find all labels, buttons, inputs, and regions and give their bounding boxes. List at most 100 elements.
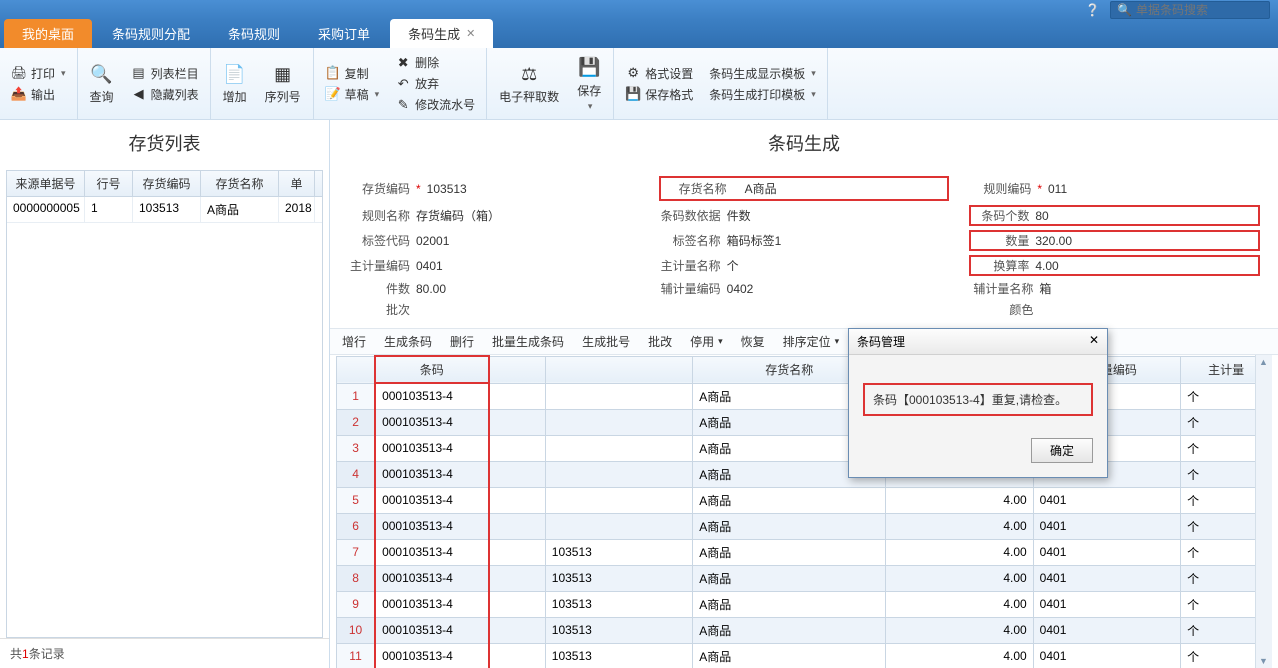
qty-cell: 4.00 xyxy=(886,565,1034,591)
add-row-button[interactable]: 增行 xyxy=(342,333,366,350)
barcode-cell: 000103513-4 xyxy=(375,461,488,487)
disable-button[interactable]: 停用▾ xyxy=(690,333,723,350)
col-invcode[interactable]: 存货编码 xyxy=(133,171,201,196)
search-icon: 🔍 xyxy=(90,62,114,86)
scrollbar[interactable] xyxy=(1255,355,1272,668)
ok-button[interactable]: 确定 xyxy=(1031,438,1093,463)
table-row[interactable]: 5000103513-4A商品4.000401个 xyxy=(337,487,1272,513)
delete-button[interactable]: ✖删除 xyxy=(392,53,478,72)
tag-code-label: 标签代码 xyxy=(348,232,410,249)
modify-serial-button[interactable]: ✎修改流水号 xyxy=(392,95,478,114)
enable-button[interactable]: 恢复 xyxy=(741,333,765,350)
tab-purchase-order[interactable]: 采购订单 xyxy=(300,19,388,48)
inventory-row[interactable]: 0000000005 1 103513 A商品 2018 xyxy=(7,197,322,223)
qty-cell: 4.00 xyxy=(886,643,1034,668)
barcode-grid: 条码 存货名称 数量 主计量编码 主计量 1000103513-4A商品4.00… xyxy=(336,355,1272,668)
name-cell: A商品 xyxy=(693,617,886,643)
display-template-button[interactable]: 条码生成显示模板▾ xyxy=(706,64,819,83)
col-blank[interactable] xyxy=(489,356,546,383)
edit-icon: ✎ xyxy=(395,97,411,113)
uom-code-cell: 0401 xyxy=(1033,487,1181,513)
row-index: 3 xyxy=(337,435,376,461)
save-format-button[interactable]: 💾保存格式 xyxy=(622,85,696,104)
search-icon: 🔍 xyxy=(1117,3,1132,17)
hide-column-button[interactable]: ◀隐藏列表 xyxy=(128,85,202,104)
table-row[interactable]: 4000103513-4A商品4.000401个 xyxy=(337,461,1272,487)
close-icon[interactable]: ✕ xyxy=(1089,333,1099,350)
left-panel: 存货列表 来源单据号 行号 存货编码 存货名称 单 0000000005 1 1… xyxy=(0,120,330,668)
uom-code-cell: 0401 xyxy=(1033,565,1181,591)
table-row[interactable]: 7000103513-4103513A商品4.000401个 xyxy=(337,539,1272,565)
col-invname[interactable]: 存货名称 xyxy=(201,171,279,196)
draft-button[interactable]: 📝草稿▾ xyxy=(322,85,383,104)
table-row[interactable]: 3000103513-4A商品4.000401个 xyxy=(337,435,1272,461)
bar-basis-value: 件数 xyxy=(727,207,751,224)
copy-icon: 📋 xyxy=(325,65,341,81)
approve-button[interactable]: 批改 xyxy=(648,333,672,350)
col-barcode[interactable]: 条码 xyxy=(375,356,488,383)
help-icon[interactable]: ❔ xyxy=(1085,3,1100,17)
color-label: 颜色 xyxy=(969,301,1033,318)
serial-button[interactable]: ▦序列号 xyxy=(261,60,305,107)
del-row-button[interactable]: 删行 xyxy=(450,333,474,350)
col-unit[interactable]: 单 xyxy=(279,171,315,196)
table-row[interactable]: 8000103513-4103513A商品4.000401个 xyxy=(337,565,1272,591)
tab-desktop[interactable]: 我的桌面 xyxy=(4,19,92,48)
right-title: 条码生成 xyxy=(330,120,1278,170)
scale-button[interactable]: ⚖电子秤取数 xyxy=(495,60,563,107)
code-cell: 103513 xyxy=(545,591,693,617)
name-cell: A商品 xyxy=(693,539,886,565)
qty-value[interactable]: 320.00 xyxy=(1035,234,1072,248)
inv-code-value[interactable]: 103513 xyxy=(427,182,467,196)
format-setting-button[interactable]: ⚙格式设置 xyxy=(622,64,696,83)
uom-code-cell: 0401 xyxy=(1033,513,1181,539)
gen-lot-button[interactable]: 生成批号 xyxy=(582,333,630,350)
name-cell: A商品 xyxy=(693,513,886,539)
main-uom-name-label: 主计量名称 xyxy=(659,257,721,274)
table-row[interactable]: 9000103513-4103513A商品4.000401个 xyxy=(337,591,1272,617)
barcode-cell: 000103513-4 xyxy=(375,591,488,617)
tab-barcode-rule[interactable]: 条码规则 xyxy=(210,19,298,48)
add-button[interactable]: 📄增加 xyxy=(219,60,251,107)
hide-icon: ◀ xyxy=(131,86,147,102)
save-button[interactable]: 💾保存▾ xyxy=(573,54,605,114)
print-template-button[interactable]: 条码生成打印模板▾ xyxy=(706,85,819,104)
tag-code-value[interactable]: 02001 xyxy=(416,234,449,248)
search-input[interactable] xyxy=(1136,3,1256,17)
output-button[interactable]: 📤输出 xyxy=(8,85,69,104)
qty-cell: 4.00 xyxy=(886,591,1034,617)
table-row[interactable]: 10000103513-4103513A商品4.000401个 xyxy=(337,617,1272,643)
form-area: 存货编码*103513 存货名称A商品 规则编码*011 规则名称存货编码（箱）… xyxy=(330,170,1278,328)
table-row[interactable]: 11000103513-4103513A商品4.000401个 xyxy=(337,643,1272,668)
table-row[interactable]: 1000103513-4A商品4.000401个 xyxy=(337,383,1272,409)
aux-uom-code-label: 辅计量编码 xyxy=(659,280,721,297)
list-icon: ▤ xyxy=(131,65,147,81)
query-button[interactable]: 🔍查询 xyxy=(86,60,118,107)
table-row[interactable]: 2000103513-4A商品4.000401个 xyxy=(337,409,1272,435)
batch-label: 批次 xyxy=(348,301,410,318)
table-row[interactable]: 6000103513-4A商品4.000401个 xyxy=(337,513,1272,539)
print-button[interactable]: 🖨打印▾ xyxy=(8,64,69,83)
pcs-label: 件数 xyxy=(348,280,410,297)
tab-barcode-gen[interactable]: 条码生成 ✕ xyxy=(390,19,493,48)
discard-button[interactable]: ↶放弃 xyxy=(392,74,478,93)
col-row[interactable]: 行号 xyxy=(85,171,133,196)
barcode-cell: 000103513-4 xyxy=(375,539,488,565)
search-box[interactable]: 🔍 xyxy=(1110,1,1270,19)
col-code2[interactable] xyxy=(545,356,693,383)
copy-button[interactable]: 📋复制 xyxy=(322,64,383,83)
col-source[interactable]: 来源单据号 xyxy=(7,171,85,196)
main-uom-code-label: 主计量编码 xyxy=(348,257,410,274)
convert-value[interactable]: 4.00 xyxy=(1035,259,1058,273)
rule-code-value[interactable]: 011 xyxy=(1048,182,1067,196)
tab-rule-assign[interactable]: 条码规则分配 xyxy=(94,19,208,48)
col-index[interactable] xyxy=(337,356,376,383)
pcs-value[interactable]: 80.00 xyxy=(416,282,446,296)
batch-gen-button[interactable]: 批量生成条码 xyxy=(492,333,564,350)
gen-barcode-button[interactable]: 生成条码 xyxy=(384,333,432,350)
close-icon[interactable]: ✕ xyxy=(466,27,475,40)
rule-code-label: 规则编码 xyxy=(969,180,1031,197)
bar-cnt-value[interactable]: 80 xyxy=(1035,209,1048,223)
column-list-button[interactable]: ▤列表栏目 xyxy=(128,64,202,83)
sort-button[interactable]: 排序定位▾ xyxy=(783,333,840,350)
